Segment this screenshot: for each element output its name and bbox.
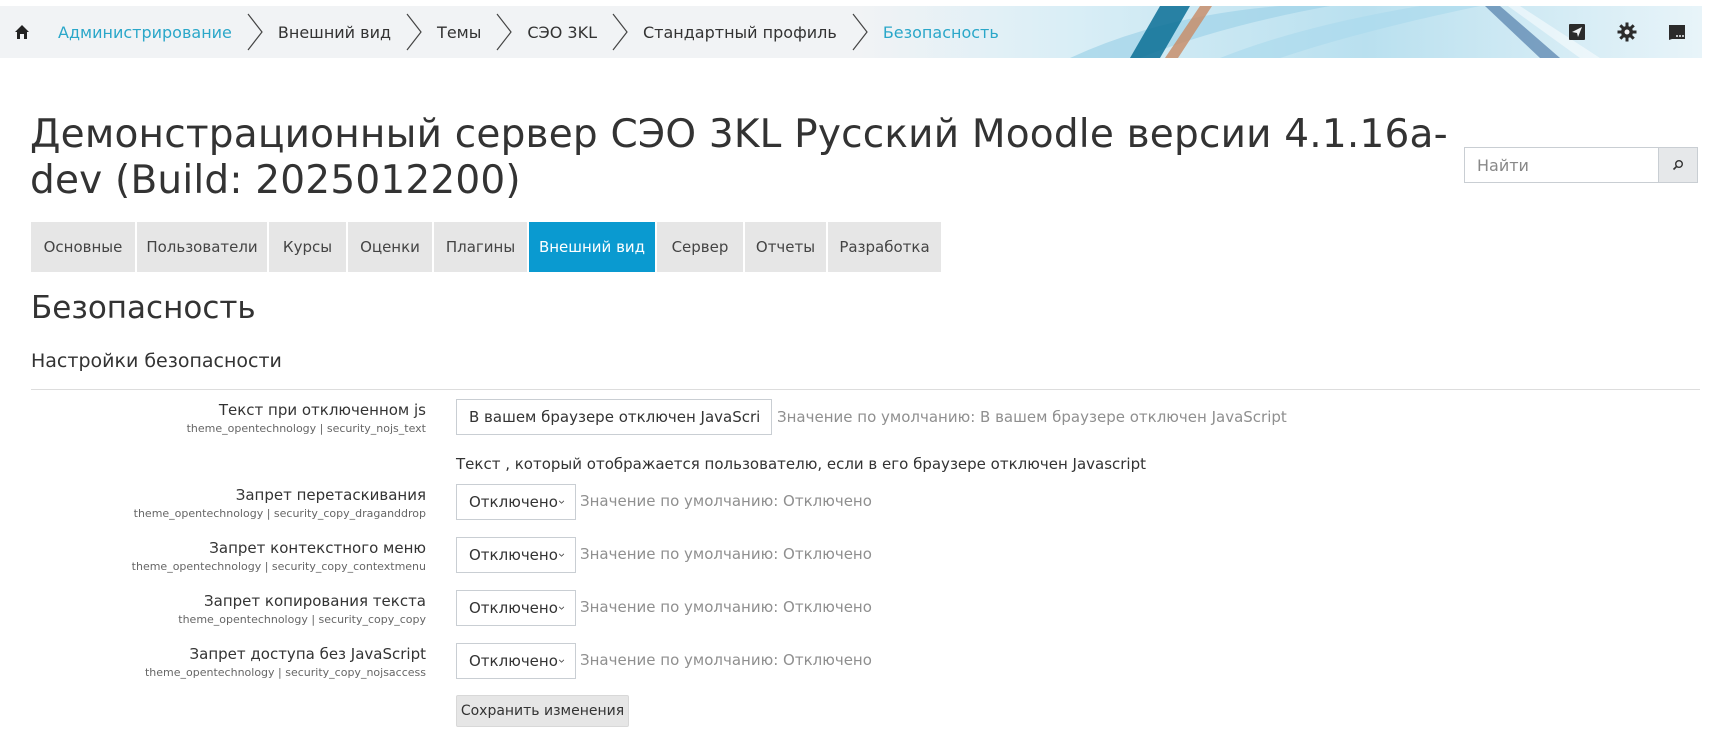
header-actions (1552, 6, 1702, 58)
breadcrumb-item-themes[interactable]: Темы (423, 6, 513, 58)
breadcrumb-item-administration[interactable]: Администрирование (44, 6, 264, 58)
admin-tabs: Основные Пользователи Курсы Оценки Плаги… (31, 222, 943, 272)
search-button[interactable] (1658, 147, 1698, 183)
setting-label-draganddrop: Запрет перетаскивания theme_opentechnolo… (134, 486, 426, 520)
setting-key: theme_opentechnology | security_copy_cop… (178, 613, 426, 626)
tab-plugins[interactable]: Плагины (434, 222, 527, 272)
tab-grades[interactable]: Оценки (348, 222, 432, 272)
search-icon (1672, 160, 1683, 171)
breadcrumb: Администрирование Внешний вид Темы СЭО 3… (44, 6, 1013, 58)
breadcrumb-label[interactable]: Администрирование (44, 23, 246, 42)
tab-server[interactable]: Сервер (657, 222, 743, 272)
breadcrumb-label[interactable]: Внешний вид (264, 23, 405, 42)
setting-label-nojs-text: Текст при отключенном js theme_opentechn… (187, 401, 426, 435)
divider (31, 389, 1700, 390)
search-form (1464, 147, 1698, 183)
breadcrumb-label[interactable]: Темы (423, 23, 495, 42)
select-value: Отключено (469, 599, 558, 617)
home-button[interactable] (0, 6, 44, 58)
select-value: Отключено (469, 652, 558, 670)
chevron-right-icon (406, 13, 422, 51)
setting-name: Текст при отключенном js (218, 401, 426, 419)
chevron-down-icon (558, 606, 565, 610)
setting-key: theme_opentechnology | security_copy_noj… (144, 666, 426, 679)
setting-label-contextmenu: Запрет контекстного меню theme_opentechn… (132, 539, 426, 573)
send-button[interactable] (1552, 6, 1602, 58)
section-title: Безопасность (31, 290, 256, 326)
page-title: Демонстрационный сервер СЭО 3KL Русский … (30, 112, 1448, 203)
breadcrumb-item-theme-3kl[interactable]: СЭО 3KL (513, 6, 629, 58)
default-value-note: Значение по умолчанию: Отключено (580, 598, 872, 616)
default-value-note: Значение по умолчанию: Отключено (580, 545, 872, 563)
tab-development[interactable]: Разработка (828, 222, 941, 272)
messages-button[interactable] (1652, 6, 1702, 58)
copy-select[interactable]: Отключено (456, 590, 576, 626)
nojsaccess-select[interactable]: Отключено (456, 643, 576, 679)
breadcrumb-item-security[interactable]: Безопасность (869, 6, 1013, 58)
tab-general[interactable]: Основные (31, 222, 135, 272)
setting-label-nojsaccess: Запрет доступа без JavaScript theme_open… (145, 645, 426, 679)
setting-key: theme_opentechnology | security_copy_con… (131, 560, 426, 573)
breadcrumb-label[interactable]: СЭО 3KL (513, 23, 611, 42)
select-value: Отключено (469, 493, 558, 511)
tab-courses[interactable]: Курсы (269, 222, 346, 272)
default-value-note: Значение по умолчанию: Отключено (580, 492, 872, 510)
chevron-down-icon (558, 500, 565, 504)
save-changes-button[interactable]: Сохранить изменения (456, 695, 629, 727)
setting-key: theme_opentechnology | security_copy_dra… (133, 507, 426, 520)
nojs-text-input[interactable] (456, 399, 772, 435)
send-icon (1569, 24, 1585, 40)
chat-icon (1669, 25, 1685, 40)
gear-icon (1617, 22, 1637, 42)
chevron-right-icon (496, 13, 513, 51)
setting-description: Текст , который отображается пользовател… (456, 455, 1146, 473)
breadcrumb-item-standard-profile[interactable]: Стандартный профиль (629, 6, 869, 58)
search-input[interactable] (1464, 147, 1658, 183)
settings-button[interactable] (1602, 6, 1652, 58)
chevron-right-icon (247, 13, 263, 51)
tab-users[interactable]: Пользователи (137, 222, 267, 272)
breadcrumb-label[interactable]: Безопасность (869, 23, 1013, 42)
chevron-down-icon (558, 659, 565, 663)
setting-name: Запрет перетаскивания (235, 486, 426, 504)
setting-key: theme_opentechnology | security_nojs_tex… (186, 422, 426, 435)
select-value: Отключено (469, 546, 558, 564)
default-value-note: Значение по умолчанию: Отключено (580, 651, 872, 669)
breadcrumb-label[interactable]: Стандартный профиль (629, 23, 851, 42)
contextmenu-select[interactable]: Отключено (456, 537, 576, 573)
setting-name: Запрет контекстного меню (209, 539, 426, 557)
tab-appearance[interactable]: Внешний вид (529, 222, 655, 272)
subsection-title: Настройки безопасности (31, 350, 282, 372)
setting-name: Запрет доступа без JavaScript (189, 645, 426, 663)
top-navigation-bar: Администрирование Внешний вид Темы СЭО 3… (0, 6, 1702, 58)
tab-reports[interactable]: Отчеты (745, 222, 826, 272)
default-value-note: Значение по умолчанию: В вашем браузере … (777, 408, 1287, 426)
home-icon (15, 25, 29, 39)
chevron-right-icon (612, 13, 628, 51)
chevron-down-icon (558, 553, 565, 557)
breadcrumb-item-appearance[interactable]: Внешний вид (264, 6, 423, 58)
chevron-right-icon (852, 13, 868, 51)
draganddrop-select[interactable]: Отключено (456, 484, 576, 520)
setting-name: Запрет копирования текста (204, 592, 426, 610)
setting-label-copy: Запрет копирования текста theme_opentech… (178, 592, 426, 626)
